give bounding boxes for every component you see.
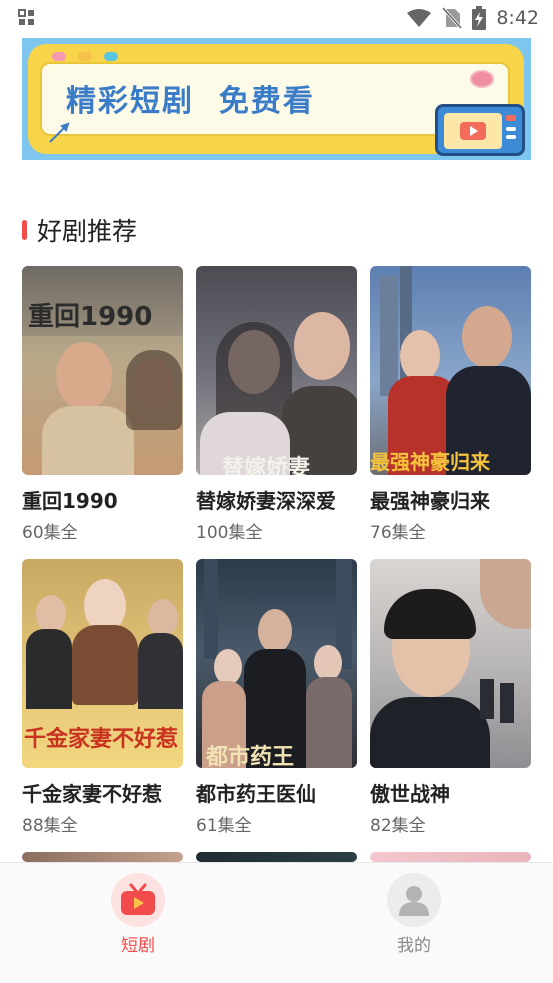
drama-card[interactable]: 傲世战神 82集全 — [370, 559, 531, 836]
drama-card[interactable]: 最强神豪归来 最强神豪归来 76集全 — [370, 266, 531, 543]
tv-icon — [435, 104, 525, 156]
promo-banner[interactable]: 精彩短剧 免费看 — [22, 38, 531, 160]
tab-label: 我的 — [397, 936, 431, 956]
drama-poster: 替嫁娇妻 — [196, 266, 357, 475]
battery-charging-icon — [472, 6, 487, 30]
no-sim-icon — [442, 7, 463, 29]
tab-label: 短剧 — [121, 936, 155, 956]
drama-title: 最强神豪归来 — [370, 489, 490, 513]
drama-poster — [196, 852, 357, 862]
drama-card-partial[interactable] — [196, 852, 357, 862]
drama-title: 都市药王医仙 — [196, 782, 316, 806]
drama-card[interactable]: 都市药王 都市药王医仙 61集全 — [196, 559, 357, 836]
wifi-icon — [407, 9, 432, 27]
play-icon — [460, 122, 486, 140]
banner-text: 精彩短剧 免费看 — [66, 84, 315, 119]
drama-episodes: 88集全 — [22, 816, 78, 836]
banner-pill — [470, 70, 494, 88]
drama-poster — [22, 852, 183, 862]
cursor-arrow-icon — [49, 122, 70, 143]
drama-episodes: 61集全 — [196, 816, 252, 836]
drama-poster: 都市药王 — [196, 559, 357, 768]
status-time: 8:42 — [496, 7, 539, 29]
section-title: 好剧推荐 — [37, 217, 138, 246]
tv-play-icon — [121, 883, 155, 915]
tab-mine[interactable]: 我的 — [354, 873, 474, 956]
banner-dot — [52, 52, 66, 61]
tab-icon-bg — [111, 873, 165, 927]
section-accent-bar — [22, 220, 27, 240]
drama-poster: 最强神豪归来 — [370, 266, 531, 475]
drama-episodes: 76集全 — [370, 523, 426, 543]
bottom-tab-bar: 短剧 我的 — [0, 862, 553, 983]
banner-dot — [78, 52, 92, 61]
gallery-icon — [18, 9, 34, 25]
tab-short-drama[interactable]: 短剧 — [78, 873, 198, 956]
drama-card-partial[interactable] — [370, 852, 531, 862]
status-bar: 8:42 — [0, 0, 553, 36]
drama-card[interactable]: 替嫁娇妻 替嫁娇妻深深爱 100集全 — [196, 266, 357, 543]
banner-dot — [104, 52, 118, 61]
drama-poster: 重回1990 — [22, 266, 183, 475]
drama-episodes: 100集全 — [196, 523, 263, 543]
tab-icon-bg — [387, 873, 441, 927]
drama-title: 傲世战神 — [370, 782, 450, 806]
content-scroll[interactable]: 精彩短剧 免费看 好剧推荐 重回1990 重回1990 60集全 替嫁娇妻 替嫁… — [0, 36, 553, 862]
drama-episodes: 60集全 — [22, 523, 78, 543]
drama-episodes: 82集全 — [370, 816, 426, 836]
drama-poster — [370, 852, 531, 862]
drama-card-partial[interactable] — [22, 852, 183, 862]
drama-title: 重回1990 — [22, 489, 118, 513]
drama-card[interactable]: 千金家妻不好惹 千金家妻不好惹 88集全 — [22, 559, 183, 836]
user-icon — [399, 886, 429, 916]
drama-card[interactable]: 重回1990 重回1990 60集全 — [22, 266, 183, 543]
drama-title: 千金家妻不好惹 — [22, 782, 162, 806]
drama-title: 替嫁娇妻深深爱 — [196, 489, 336, 513]
section-header: 好剧推荐 — [22, 212, 137, 248]
drama-poster — [370, 559, 531, 768]
drama-poster: 千金家妻不好惹 — [22, 559, 183, 768]
